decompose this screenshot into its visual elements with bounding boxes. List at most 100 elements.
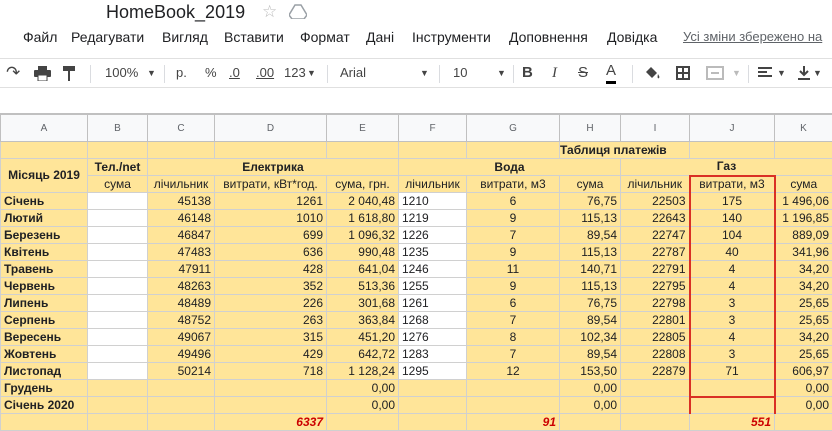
cell[interactable]: 4 [688,328,776,346]
cell[interactable]: 89,54 [559,226,621,244]
cell[interactable] [87,192,148,210]
cell[interactable] [87,396,148,414]
cell[interactable]: 40 [688,243,776,261]
cell[interactable] [0,141,88,159]
cell[interactable]: 451,20 [326,328,399,346]
month-cell[interactable]: Грудень [0,379,88,397]
cell[interactable] [87,311,148,329]
chevron-down-icon[interactable]: ▼ [420,59,429,87]
cell[interactable]: 8 [466,328,560,346]
fill-color-icon[interactable] [644,66,661,80]
bold-button[interactable]: B [522,59,533,87]
sub-header[interactable]: лічильник [398,175,467,193]
cell[interactable]: 1261 [398,294,467,312]
cell[interactable]: 352 [214,277,327,295]
cell[interactable]: 48752 [147,311,215,329]
cell[interactable]: 1295 [398,362,467,380]
cell[interactable]: 22503 [620,192,690,210]
cell[interactable]: 48489 [147,294,215,312]
star-icon[interactable]: ☆ [262,2,277,22]
menu-insert[interactable]: Вставити [224,26,284,48]
cell[interactable] [147,396,215,414]
cell[interactable] [214,396,327,414]
cell[interactable]: 22798 [620,294,690,312]
strikethrough-button[interactable]: S [578,59,588,87]
borders-icon[interactable] [676,66,690,80]
increase-decimal-button[interactable]: .00 [256,59,274,87]
tel-header[interactable]: Тел./net [87,158,148,176]
cell[interactable]: 25,65 [774,294,832,312]
cell[interactable]: 22879 [620,362,690,380]
column-header[interactable]: K [774,114,832,142]
cell[interactable]: 3 [688,311,776,329]
percent-button[interactable]: % [205,59,217,87]
gas-header[interactable]: Газ [620,158,832,176]
menu-help[interactable]: Довідка [607,26,657,48]
column-header[interactable]: D [214,114,327,142]
cell[interactable]: 1235 [398,243,467,261]
month-cell[interactable]: Вересень [0,328,88,346]
menu-tools[interactable]: Інструменти [412,26,491,48]
cell[interactable]: 606,97 [774,362,832,380]
sub-header[interactable]: витрати, кВт*год. [214,175,327,193]
cell[interactable] [87,243,148,261]
cell[interactable]: 22787 [620,243,690,261]
cell[interactable]: 341,96 [774,243,832,261]
cell[interactable] [87,362,148,380]
cell[interactable] [559,413,621,431]
cell[interactable]: 1276 [398,328,467,346]
cell[interactable]: 76,75 [559,294,621,312]
cell[interactable]: 1 618,80 [326,209,399,227]
cell[interactable]: 22805 [620,328,690,346]
cell[interactable] [466,379,560,397]
menu-file[interactable]: Файл [23,26,57,48]
vertical-align-icon[interactable] [798,66,810,81]
cell[interactable]: 0,00 [774,379,832,397]
cell[interactable] [87,294,148,312]
cell[interactable]: 89,54 [559,345,621,363]
column-header[interactable]: G [466,114,560,142]
cell[interactable]: 226 [214,294,327,312]
align-left-icon[interactable] [758,67,772,79]
cell[interactable]: 718 [214,362,327,380]
zoom-select[interactable]: 100% [105,59,138,87]
column-header[interactable]: B [87,114,148,142]
cell[interactable]: 3 [688,294,776,312]
column-header[interactable]: F [398,114,467,142]
sub-header[interactable]: сума [559,175,621,193]
cell[interactable]: 0,00 [559,379,621,397]
cell[interactable]: 3 [688,345,776,363]
cell[interactable] [688,379,776,398]
cell[interactable] [398,141,467,159]
cell[interactable]: 48263 [147,277,215,295]
cell[interactable] [398,379,467,397]
cell[interactable]: 22643 [620,209,690,227]
cell[interactable]: 11 [466,260,560,278]
cell[interactable]: 25,65 [774,345,832,363]
cell[interactable]: 50214 [147,362,215,380]
cell[interactable]: 71 [688,362,776,380]
chevron-down-icon[interactable]: ▼ [732,59,741,87]
cell[interactable]: 1246 [398,260,467,278]
cell[interactable] [147,141,215,159]
menu-edit[interactable]: Редагувати [71,26,144,48]
column-header[interactable]: H [559,114,621,142]
cell[interactable]: 76,75 [559,192,621,210]
cell[interactable]: 104 [688,226,776,244]
cell[interactable] [87,141,148,159]
cell[interactable] [688,396,776,414]
cell[interactable] [147,413,215,431]
water-header[interactable]: Вода [398,158,621,176]
formula-bar[interactable] [0,89,832,114]
italic-button[interactable]: I [552,59,557,87]
cell[interactable]: 47483 [147,243,215,261]
cell[interactable]: 1 196,85 [774,209,832,227]
cell[interactable]: 363,84 [326,311,399,329]
cell[interactable]: 12 [466,362,560,380]
cell[interactable] [87,328,148,346]
cell[interactable] [87,209,148,227]
cell[interactable] [87,277,148,295]
cell[interactable]: 889,09 [774,226,832,244]
cell[interactable]: 1268 [398,311,467,329]
cell[interactable] [620,413,690,431]
